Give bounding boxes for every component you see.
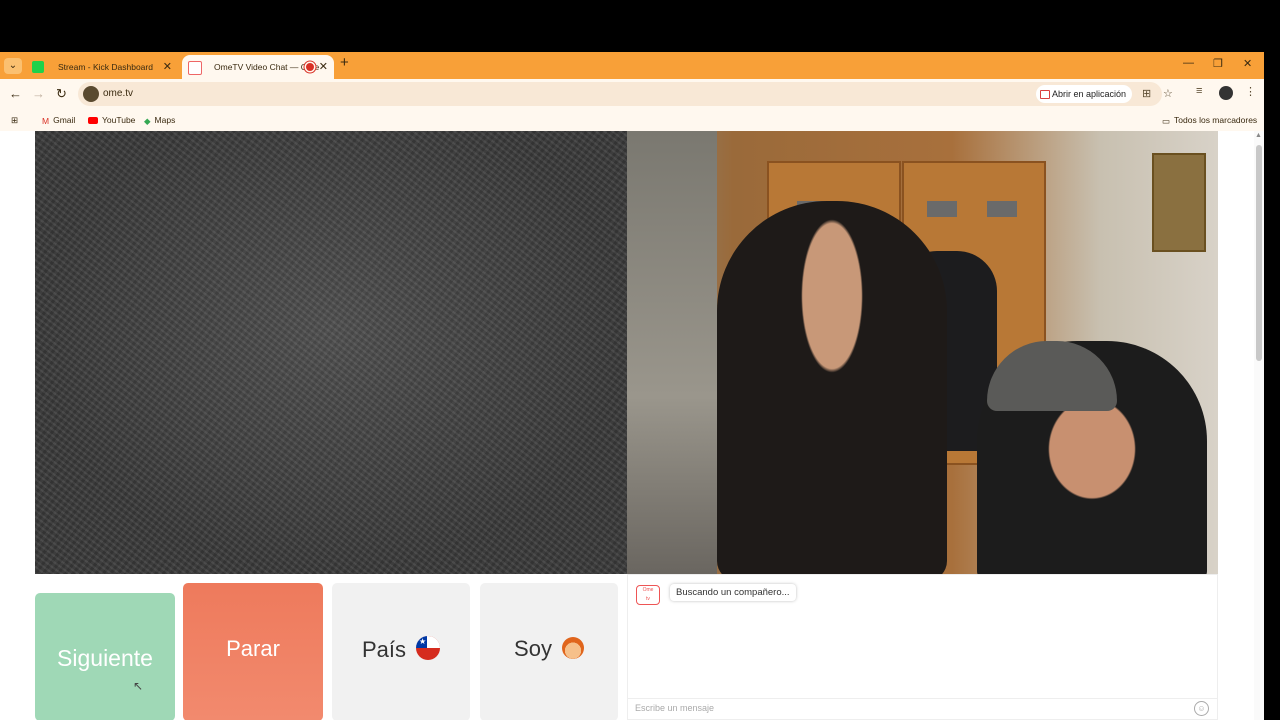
chat-status-message: Buscando un compañero... [670, 584, 796, 601]
kick-icon [32, 61, 44, 73]
close-icon[interactable]: ✕ [163, 55, 172, 79]
menu-icon[interactable]: ⋮ [1245, 85, 1256, 98]
page-scrollbar[interactable]: ▲ [1254, 131, 1264, 720]
door-window [987, 201, 1017, 217]
all-bookmarks-label: Todos los marcadores [1174, 115, 1258, 125]
bookmark-maps[interactable]: ◆ Maps [144, 113, 175, 128]
person-woman [717, 201, 947, 574]
ometv-logo-icon: Ome tv [636, 585, 660, 605]
maps-icon: ◆ [144, 115, 151, 126]
translate-icon[interactable]: ⊞ [1142, 87, 1151, 100]
brick-wall [627, 131, 717, 574]
reload-icon[interactable]: ↻ [56, 86, 67, 102]
recording-icon [306, 63, 314, 71]
boy-face-icon [561, 637, 584, 659]
minimize-icon[interactable]: — [1183, 57, 1194, 69]
chile-flag-icon: ★ [416, 636, 441, 660]
tab-ometv[interactable]: OmeTV Video Chat — Ome ✕ [182, 55, 334, 79]
scroll-thumb[interactable] [1256, 145, 1262, 361]
app-icon [1040, 90, 1050, 99]
open-in-app-button[interactable]: Abrir en aplicación [1036, 85, 1133, 103]
bookmark-youtube[interactable]: YouTube [88, 113, 135, 127]
country-label: País [361, 637, 407, 662]
mouse-cursor-icon: ↖ [133, 679, 144, 693]
site-info-icon[interactable] [83, 86, 99, 102]
next-label: Siguiente [57, 645, 153, 671]
bookmark-label: Gmail [53, 115, 76, 125]
tab-title: Stream - Kick Dashboard [58, 62, 153, 72]
bookmark-star-icon[interactable]: ☆ [1163, 87, 1173, 100]
forward-icon[interactable]: → [32, 86, 45, 101]
scroll-up-icon[interactable]: ▲ [1255, 132, 1262, 139]
ometv-page: Siguiente Parar País ★ Soy ↖ Ome tv Buscan… [0, 131, 1264, 720]
url-text[interactable]: ome.tv [103, 82, 133, 106]
wall-plaque [1152, 153, 1206, 252]
media-controls-icon[interactable]: ≡ [1196, 85, 1202, 97]
apps-icon[interactable]: ⊞ [11, 113, 18, 127]
door-window [927, 201, 957, 217]
next-button[interactable]: Siguiente [35, 593, 175, 720]
stop-label: Parar [226, 636, 280, 661]
bookmark-label: Maps [154, 115, 176, 125]
browser-window: ⌄ Stream - Kick Dashboard ✕ OmeTV Video … [0, 52, 1264, 720]
profile-avatar[interactable] [1219, 86, 1233, 100]
gmail-icon: M [42, 115, 50, 126]
message-placeholder: Escribe un mensaje [635, 703, 715, 713]
self-camera-video [627, 131, 1218, 574]
toolbar: ← → ↻ ome.tv Abrir en aplicación ⊞ ☆ ≡ ⋮ [0, 79, 1264, 109]
back-icon[interactable]: ← [9, 86, 22, 101]
youtube-icon [88, 117, 98, 125]
gender-button[interactable]: Soy [480, 583, 618, 720]
tab-strip: ⌄ Stream - Kick Dashboard ✕ OmeTV Video … [0, 52, 1264, 79]
open-in-app-label: Abrir en aplicación [1052, 89, 1127, 99]
gender-label: Soy [514, 636, 552, 661]
folder-icon: ▭ [1162, 115, 1171, 126]
message-input[interactable]: Escribe un mensaje ☺ [628, 698, 1217, 719]
ometv-icon [188, 61, 202, 75]
new-tab-icon[interactable]: + [340, 54, 349, 71]
close-icon[interactable]: ✕ [319, 55, 328, 79]
country-button[interactable]: País ★ [332, 583, 470, 720]
restore-icon[interactable]: ❐ [1213, 57, 1223, 70]
stop-button[interactable]: Parar [183, 583, 323, 720]
window-close-icon[interactable]: ✕ [1243, 57, 1252, 70]
emoji-icon[interactable]: ☺ [1194, 701, 1209, 716]
address-bar[interactable]: ome.tv Abrir en aplicación ⊞ ☆ [78, 82, 1173, 106]
bookmark-label: YouTube [102, 115, 136, 125]
bookmarks-bar: ⊞ M Gmail YouTube ◆ Maps ▭ Todos los marcad… [0, 109, 1264, 132]
tab-title: OmeTV Video Chat — Ome [214, 62, 320, 72]
tab-search-icon[interactable]: ⌄ [4, 58, 22, 74]
chat-panel: Ome tv Buscando un compañero... Escribe u… [627, 574, 1218, 720]
partner-video-static [35, 131, 627, 574]
bookmark-gmail[interactable]: M Gmail [42, 113, 75, 128]
all-bookmarks[interactable]: ▭ Todos los marcadores [1162, 113, 1257, 128]
tab-kick-dashboard[interactable]: Stream - Kick Dashboard ✕ [26, 55, 178, 79]
